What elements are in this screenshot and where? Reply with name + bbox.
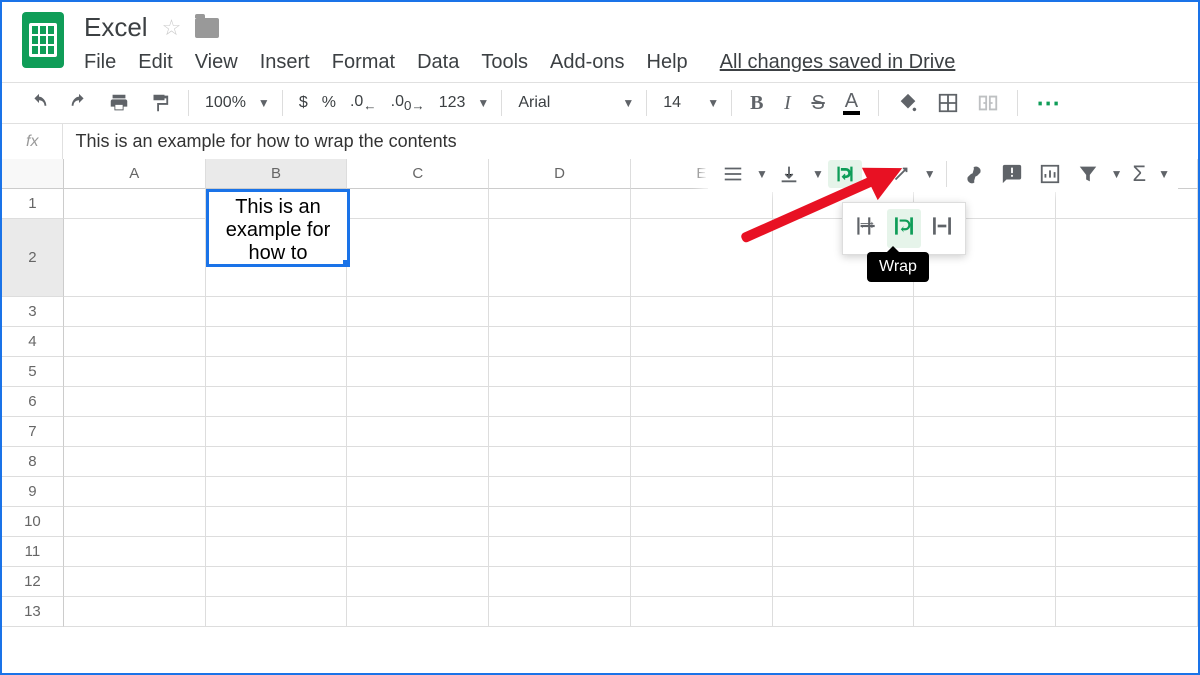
menu-file[interactable]: File xyxy=(84,51,116,74)
row-header[interactable]: 5 xyxy=(2,357,64,387)
borders-icon[interactable] xyxy=(931,89,965,117)
menu-format[interactable]: Format xyxy=(332,51,395,74)
chevron-down-icon[interactable]: ▼ xyxy=(924,167,936,181)
formula-input[interactable] xyxy=(63,131,1198,152)
toolbar: 100% ▼ $ % .0← .00→ 123 ▼ Arial ▼ 14 ▼ B I S… xyxy=(2,82,1198,123)
clip-option[interactable] xyxy=(925,209,959,248)
menu-tools[interactable]: Tools xyxy=(481,51,528,74)
functions-icon[interactable]: Σ xyxy=(1127,160,1153,188)
menubar: File Edit View Insert Format Data Tools … xyxy=(84,51,955,74)
header: Excel ☆ File Edit View Insert Format Dat… xyxy=(2,2,1198,74)
insert-link-icon[interactable] xyxy=(957,160,991,188)
vertical-align-icon[interactable] xyxy=(772,160,806,188)
row-header[interactable]: 10 xyxy=(2,507,64,537)
print-icon[interactable] xyxy=(102,89,136,117)
redo-icon[interactable] xyxy=(62,89,96,117)
chevron-down-icon[interactable]: ▼ xyxy=(812,167,824,181)
star-icon[interactable]: ☆ xyxy=(162,15,182,41)
row-header[interactable]: 9 xyxy=(2,477,64,507)
wrap-option[interactable] xyxy=(887,209,921,248)
menu-view[interactable]: View xyxy=(195,51,238,74)
bold-button[interactable]: B xyxy=(744,89,769,117)
formula-bar: fx xyxy=(2,123,1198,159)
row-header[interactable]: 3 xyxy=(2,297,64,327)
decrease-decimal-button[interactable]: .0← xyxy=(346,93,381,113)
text-rotation-icon[interactable] xyxy=(884,160,918,188)
fx-label: fx xyxy=(2,124,63,159)
fill-color-icon[interactable] xyxy=(891,89,925,117)
insert-chart-icon[interactable] xyxy=(1033,160,1067,188)
strikethrough-button[interactable]: S xyxy=(805,89,830,117)
cell-content: This is an example for how to xyxy=(213,196,343,265)
font-select[interactable]: Arial xyxy=(514,94,614,112)
toolbar-row-2: ▼ ▼ ▼ ▼ ▼ Σ ▼ xyxy=(708,156,1178,192)
italic-button[interactable]: I xyxy=(775,89,799,117)
sheets-logo-icon xyxy=(22,12,64,68)
row-header[interactable]: 12 xyxy=(2,567,64,597)
chevron-down-icon[interactable]: ▼ xyxy=(258,96,270,110)
menu-data[interactable]: Data xyxy=(417,51,459,74)
row-header[interactable]: 11 xyxy=(2,537,64,567)
text-color-button[interactable]: A xyxy=(843,91,860,115)
zoom-select[interactable]: 100% xyxy=(201,94,250,112)
filter-icon[interactable] xyxy=(1071,160,1105,188)
row-header[interactable]: 13 xyxy=(2,597,64,627)
row-header[interactable]: 4 xyxy=(2,327,64,357)
fill-handle[interactable] xyxy=(343,260,350,267)
wrap-tooltip: Wrap xyxy=(867,252,929,282)
row-header[interactable]: 1 xyxy=(2,189,64,219)
paint-format-icon[interactable] xyxy=(142,89,176,117)
chevron-down-icon[interactable]: ▼ xyxy=(756,167,768,181)
chevron-down-icon[interactable]: ▼ xyxy=(707,96,719,110)
insert-comment-icon[interactable] xyxy=(995,160,1029,188)
row-header[interactable]: 8 xyxy=(2,447,64,477)
overflow-option[interactable] xyxy=(849,209,883,248)
menu-addons[interactable]: Add-ons xyxy=(550,51,625,74)
currency-button[interactable]: $ xyxy=(295,94,312,112)
chevron-down-icon[interactable]: ▼ xyxy=(477,96,489,110)
chevron-down-icon[interactable]: ▼ xyxy=(868,167,880,181)
selected-cell[interactable]: This is an example for how to xyxy=(206,189,350,267)
horizontal-align-icon[interactable] xyxy=(716,160,750,188)
row-header[interactable]: 2 xyxy=(2,219,64,297)
col-header[interactable]: A xyxy=(64,159,206,189)
col-header[interactable]: D xyxy=(489,159,631,189)
merge-cells-icon[interactable] xyxy=(971,89,1005,117)
font-size-select[interactable]: 14 xyxy=(659,94,699,112)
chevron-down-icon[interactable]: ▼ xyxy=(1111,167,1123,181)
col-header[interactable]: B xyxy=(206,159,348,189)
more-icon[interactable]: ⋯ xyxy=(1030,89,1064,117)
row-header[interactable]: 6 xyxy=(2,387,64,417)
increase-decimal-button[interactable]: .00→ xyxy=(387,93,429,113)
save-status[interactable]: All changes saved in Drive xyxy=(720,51,956,74)
chevron-down-icon[interactable]: ▼ xyxy=(622,96,634,110)
select-all-corner[interactable] xyxy=(2,159,64,189)
row-header[interactable]: 7 xyxy=(2,417,64,447)
menu-edit[interactable]: Edit xyxy=(138,51,172,74)
text-wrap-dropdown xyxy=(842,202,966,255)
menu-help[interactable]: Help xyxy=(647,51,688,74)
undo-icon[interactable] xyxy=(22,89,56,117)
menu-insert[interactable]: Insert xyxy=(260,51,310,74)
col-header[interactable]: C xyxy=(347,159,489,189)
percent-button[interactable]: % xyxy=(318,94,340,112)
folder-icon[interactable] xyxy=(195,18,219,38)
chevron-down-icon[interactable]: ▼ xyxy=(1158,167,1170,181)
spreadsheet-grid[interactable]: A B C D E F G H 1 2 3 4 5 6 7 8 9 10 11 … xyxy=(2,159,1198,627)
document-title[interactable]: Excel xyxy=(84,12,148,43)
text-wrap-icon[interactable] xyxy=(828,160,862,188)
number-format-button[interactable]: 123 xyxy=(435,94,470,112)
